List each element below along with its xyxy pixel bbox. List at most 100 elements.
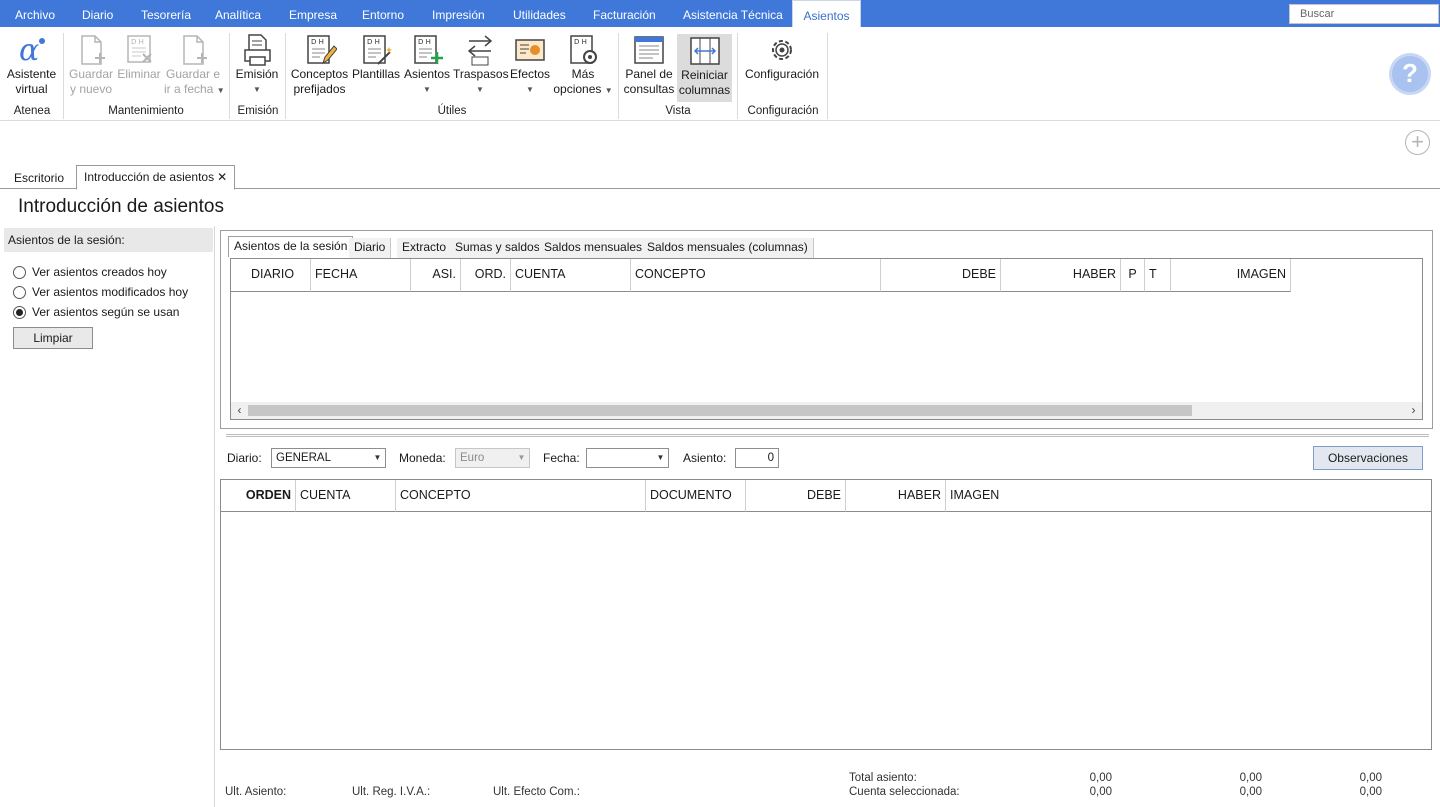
col-ord[interactable]: ORD. <box>461 259 511 292</box>
col-asi[interactable]: ASI. <box>411 259 461 292</box>
asiento-input[interactable]: 0 <box>735 448 779 468</box>
tab-saldos-mensuales-columnas[interactable]: Saldos mensuales (columnas) <box>642 238 814 258</box>
col-imagen[interactable]: IMAGEN <box>946 480 1431 512</box>
menu-entorno[interactable]: Entorno <box>362 0 404 27</box>
ribbon: α Asistente virtual Atenea Guardar y nue… <box>0 27 1440 121</box>
tab-introduccion-asientos[interactable]: Introducción de asientos ✕ <box>76 165 236 190</box>
mas-opciones-text: opciones <box>553 82 602 96</box>
menu-asistencia-tecnica[interactable]: Asistencia Técnica <box>683 0 783 27</box>
mas-opciones-button[interactable]: D H Más opciones ▼ <box>553 27 613 103</box>
asistente-label-2: virtual <box>15 82 48 96</box>
question-mark-icon: ? <box>1402 58 1418 88</box>
document-add-icon <box>183 35 207 65</box>
traspasos-label: Traspasos <box>453 67 509 81</box>
asientos-button[interactable]: D H Asientos ▼ <box>403 27 451 103</box>
cuenta-debe-value: 0,00 <box>1089 786 1112 798</box>
emision-button[interactable]: Emisión ▼ <box>234 27 280 103</box>
search-input[interactable]: Buscar <box>1289 4 1439 24</box>
fecha-picker[interactable]: ▼ <box>586 448 669 468</box>
menu-empresa[interactable]: Empresa <box>289 0 337 27</box>
eliminar-button[interactable]: D H Eliminar <box>117 27 161 103</box>
col-fecha[interactable]: FECHA <box>311 259 411 292</box>
menu-asientos[interactable]: Asientos <box>792 0 861 28</box>
radio-label: Ver asientos creados hoy <box>32 265 167 279</box>
col-concepto[interactable]: CONCEPTO <box>631 259 881 292</box>
scroll-left-icon[interactable]: ‹ <box>231 402 248 419</box>
mas-opciones-label-1: Más <box>571 67 595 81</box>
col-t[interactable]: T <box>1145 259 1171 292</box>
col-cuenta[interactable]: CUENTA <box>296 480 396 512</box>
menu-archivo[interactable]: Archivo <box>15 0 55 27</box>
col-debe[interactable]: DEBE <box>881 259 1001 292</box>
traspasos-button[interactable]: Traspasos ▼ <box>453 27 509 103</box>
scroll-right-icon[interactable]: › <box>1405 402 1422 419</box>
caret-down-icon: ▼ <box>476 85 484 94</box>
horizontal-scrollbar[interactable]: ‹ › <box>231 402 1422 419</box>
scroll-thumb[interactable] <box>248 405 1192 416</box>
document-tabs: Escritorio Introducción de asientos ✕ <box>0 165 1440 191</box>
limpiar-button[interactable]: Limpiar <box>13 327 93 349</box>
col-concepto[interactable]: CONCEPTO <box>396 480 646 512</box>
tab-sumas-saldos[interactable]: Sumas y saldos <box>450 238 546 258</box>
configuracion-button[interactable]: Configuración <box>742 27 822 103</box>
plantillas-button[interactable]: D H Plantillas <box>352 27 400 103</box>
asistente-virtual-button[interactable]: α Asistente virtual <box>4 27 59 103</box>
efectos-button[interactable]: Efectos ▼ <box>509 27 551 103</box>
tab-escritorio[interactable]: Escritorio <box>14 167 64 191</box>
splitter[interactable] <box>226 434 1429 437</box>
entry-lines-grid[interactable]: ORDEN CUENTA CONCEPTO DOCUMENTO DEBE HAB… <box>220 479 1432 750</box>
col-diario[interactable]: DIARIO <box>231 259 311 292</box>
diario-value: GENERAL <box>276 452 331 464</box>
caret-down-icon: ▼ <box>423 85 431 94</box>
app-window: Archivo Diario Tesorería Analítica Empre… <box>0 0 1440 807</box>
menu-diario[interactable]: Diario <box>82 0 113 27</box>
tab-asientos-sesion[interactable]: Asientos de la sesión <box>228 236 354 257</box>
svg-text:α: α <box>19 33 39 67</box>
radio-creados-hoy[interactable]: Ver asientos creados hoy <box>13 265 167 279</box>
panel-consultas-button[interactable]: Panel de consultas <box>623 27 675 103</box>
session-header: Asientos de la sesión: <box>4 228 213 252</box>
col-haber[interactable]: HABER <box>846 480 946 512</box>
conceptos-prefijados-button[interactable]: D H Conceptos prefijados <box>290 27 349 103</box>
col-p[interactable]: P <box>1121 259 1145 292</box>
menu-tesoreria[interactable]: Tesorería <box>141 0 191 27</box>
menu-analitica[interactable]: Analítica <box>215 0 261 27</box>
col-haber[interactable]: HABER <box>1001 259 1121 292</box>
radio-segun-se-usan[interactable]: Ver asientos según se usan <box>13 305 179 319</box>
tab-diario[interactable]: Diario <box>349 238 392 258</box>
radio-label: Ver asientos modificados hoy <box>32 285 189 299</box>
diario-select[interactable]: GENERAL ▼ <box>271 448 386 468</box>
col-debe[interactable]: DEBE <box>746 480 846 512</box>
radio-label: Ver asientos según se usan <box>32 305 180 319</box>
eliminar-label: Eliminar <box>117 67 161 81</box>
guardar-nuevo-button[interactable]: Guardar y nuevo <box>68 27 114 103</box>
efectos-label: Efectos <box>509 67 551 81</box>
moneda-select[interactable]: Euro ▼ <box>455 448 530 468</box>
group-mantenimiento-label: Mantenimiento <box>108 105 184 117</box>
document-wand-icon: D H <box>363 35 392 65</box>
tab-saldos-mensuales[interactable]: Saldos mensuales <box>539 238 649 258</box>
guardar-ir-fecha-button[interactable]: Guardar e ir a fecha ▼ <box>164 27 225 103</box>
radio-modificados-hoy[interactable]: Ver asientos modificados hoy <box>13 285 188 299</box>
svg-text:D H: D H <box>367 38 380 46</box>
col-documento[interactable]: DOCUMENTO <box>646 480 746 512</box>
document-gear-icon: D H <box>570 35 597 64</box>
observaciones-button[interactable]: Observaciones <box>1313 446 1423 470</box>
col-cuenta[interactable]: CUENTA <box>511 259 631 292</box>
session-entries-grid[interactable]: DIARIO FECHA ASI. ORD. CUENTA CONCEPTO D… <box>230 258 1423 420</box>
transfer-arrows-icon <box>467 35 493 66</box>
add-tab-icon[interactable]: + <box>1405 130 1430 155</box>
ult-asiento-label: Ult. Asiento: <box>225 786 287 798</box>
help-icon[interactable]: ? <box>1389 53 1431 95</box>
close-icon[interactable]: ✕ <box>217 170 227 184</box>
col-imagen[interactable]: IMAGEN <box>1171 259 1291 292</box>
menu-facturacion[interactable]: Facturación <box>593 0 656 27</box>
menu-utilidades[interactable]: Utilidades <box>513 0 566 27</box>
session-panel: Asientos de la sesión: Ver asientos crea… <box>4 226 215 807</box>
menu-impresion[interactable]: Impresión <box>432 0 485 27</box>
tab-extracto[interactable]: Extracto <box>397 238 453 258</box>
conceptos-label-2: prefijados <box>293 82 346 96</box>
total-asiento-label: Total asiento: <box>849 772 917 784</box>
reiniciar-columnas-button[interactable]: Reiniciar columnas <box>677 34 732 102</box>
col-orden[interactable]: ORDEN <box>221 480 296 512</box>
